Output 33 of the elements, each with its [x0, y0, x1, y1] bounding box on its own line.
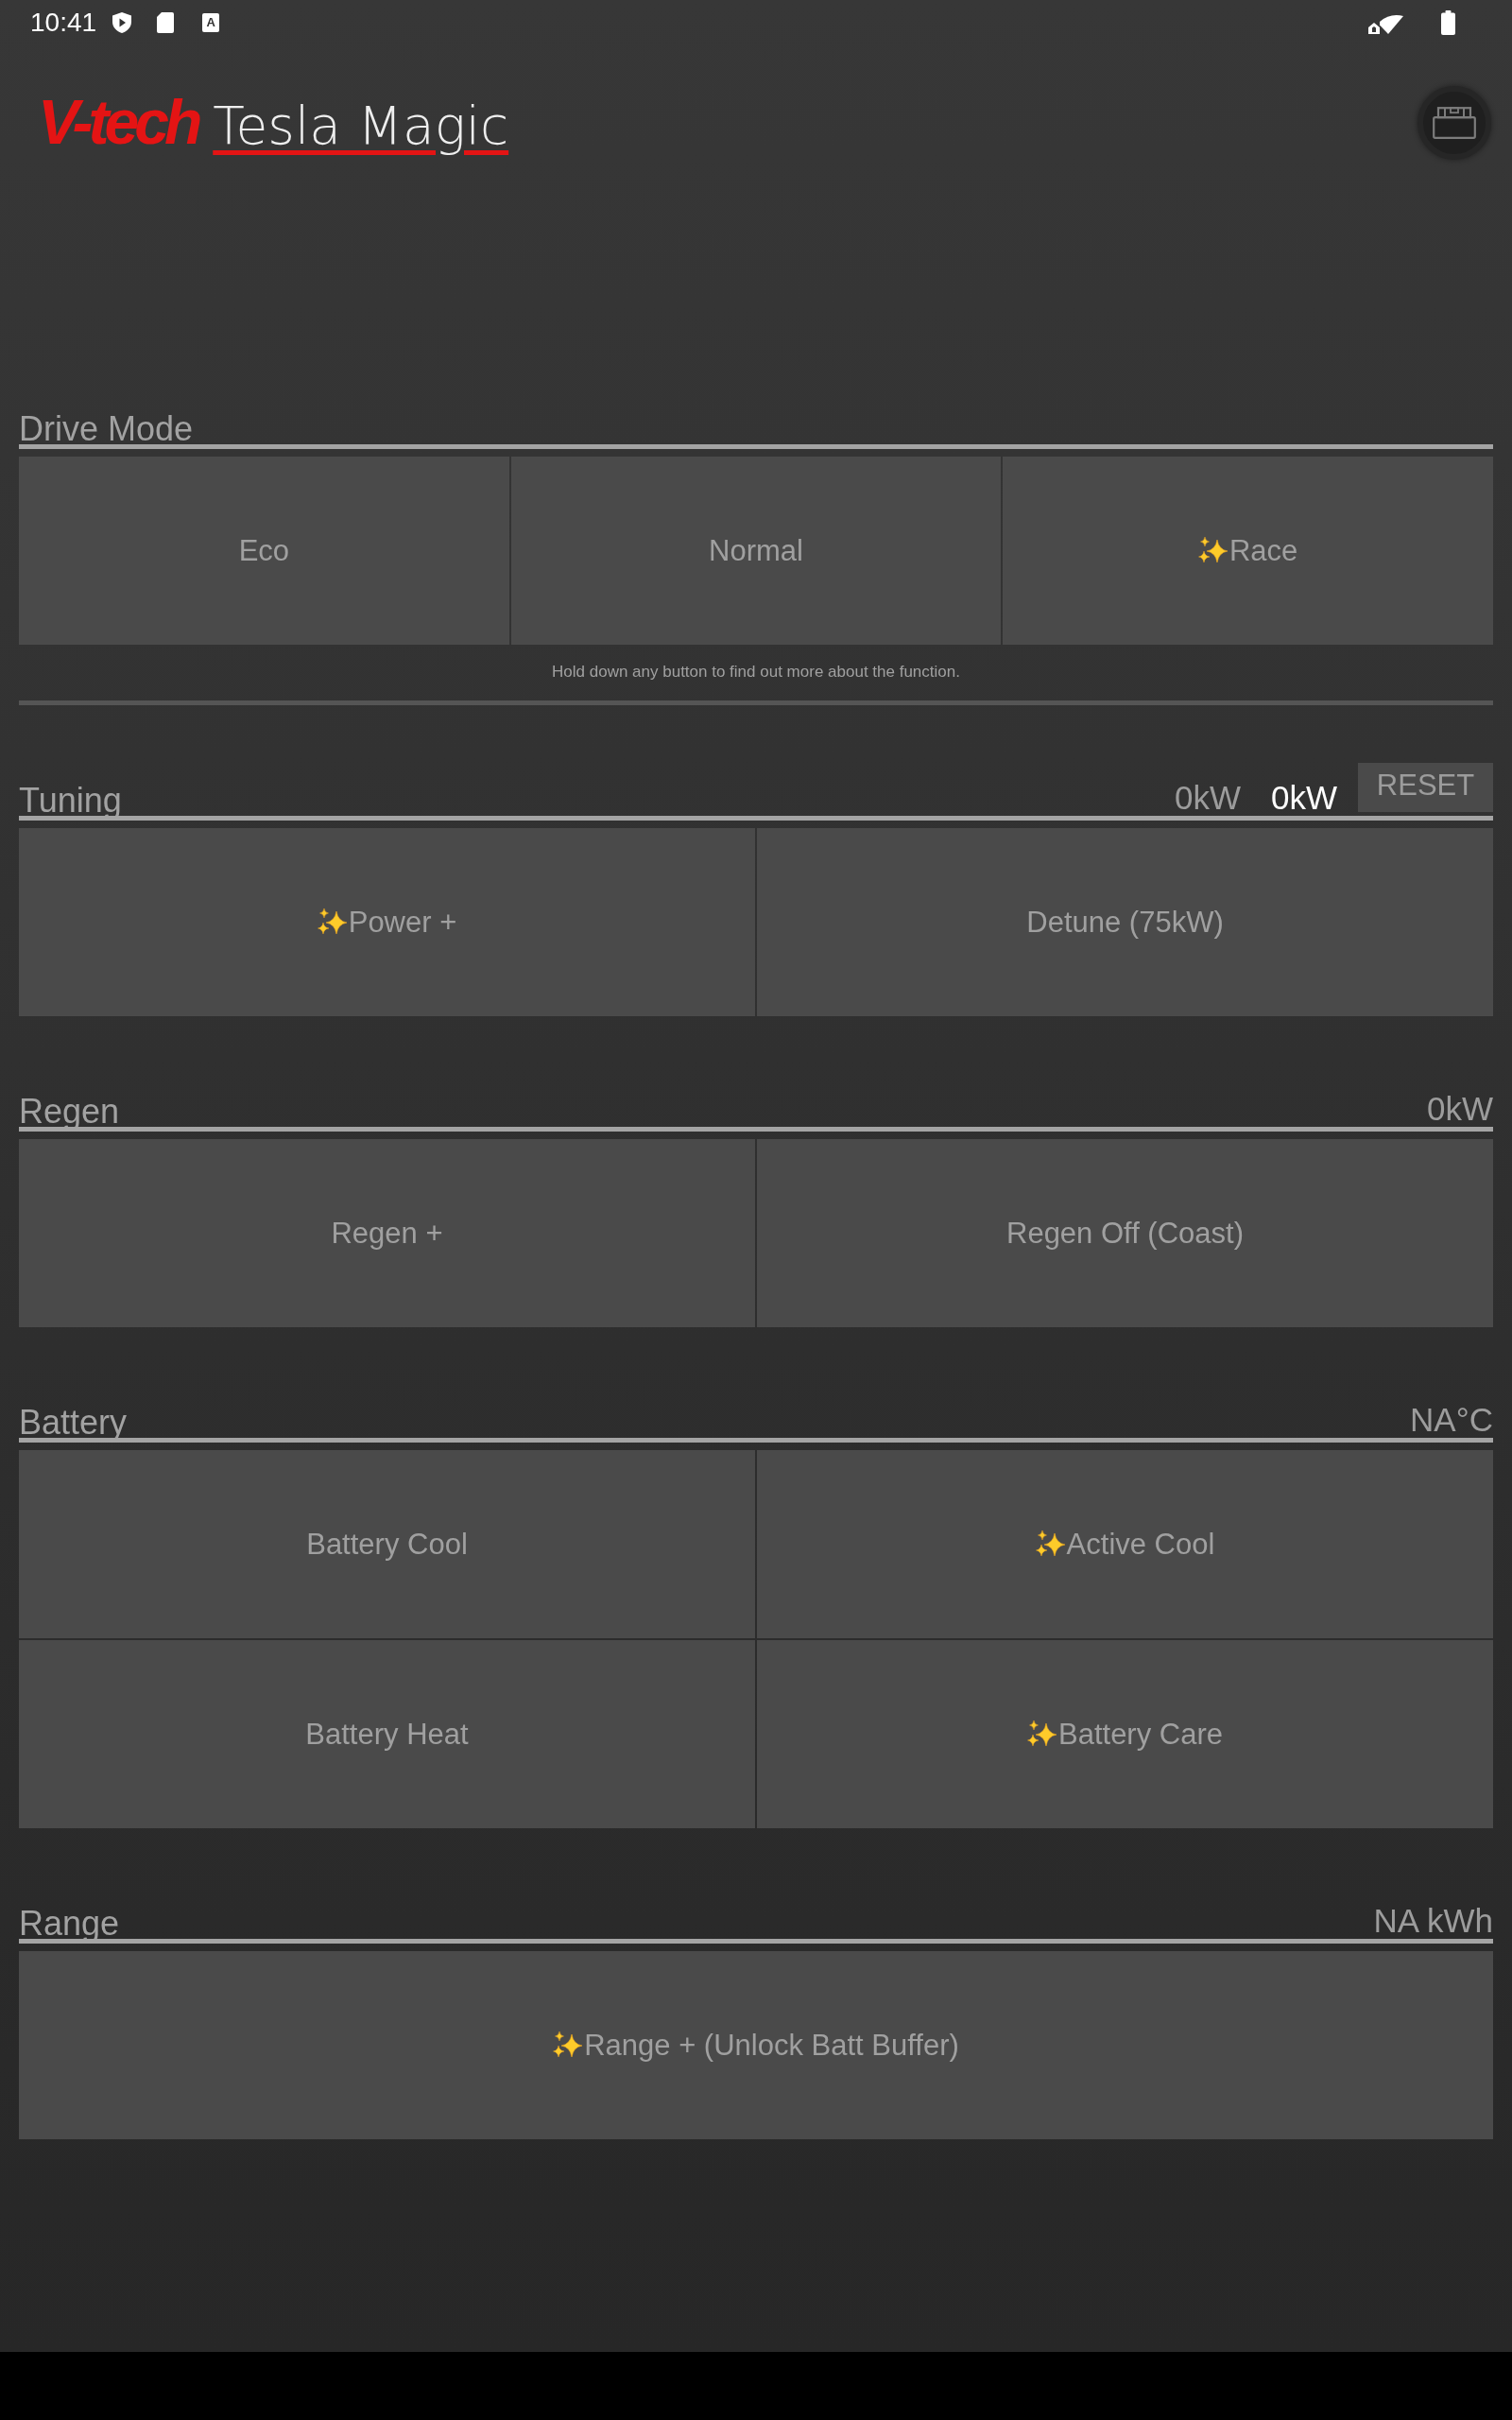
function-button[interactable]: Battery Heat [19, 1640, 755, 1828]
shield-play-icon [112, 12, 132, 33]
function-button[interactable]: Range + (Unlock Batt Buffer) [19, 1951, 1493, 2139]
notification-badge: A [202, 13, 220, 32]
function-button[interactable]: Race [1003, 457, 1493, 645]
function-button[interactable]: Battery Care [757, 1640, 1493, 1828]
section-title: Regen [19, 1095, 120, 1129]
function-button[interactable]: Normal [510, 457, 1002, 645]
function-button[interactable]: Active Cool [757, 1450, 1493, 1638]
battery-icon [1441, 10, 1455, 35]
function-button[interactable]: Power + [19, 828, 755, 1016]
section-title: Range [19, 1907, 120, 1941]
reading-value: NA°C [1410, 1403, 1493, 1437]
app-title: Tesla Magic [213, 95, 509, 156]
reading-value: 0kW [1175, 781, 1241, 815]
brand-logo: V-tech [38, 86, 198, 158]
function-button[interactable]: Eco [19, 457, 509, 645]
section-title: Drive Mode [19, 412, 194, 446]
sd-card-icon [157, 12, 175, 33]
reading-value: 0kW [1427, 1092, 1493, 1126]
section-title: Battery [19, 1406, 128, 1440]
section-title: Tuning [19, 784, 122, 818]
reading-value: 0kW [1271, 781, 1337, 815]
hint-text: Hold down any button to find out more about the function. [551, 663, 961, 682]
function-button[interactable]: Regen + [19, 1139, 755, 1327]
device-button[interactable] [1418, 86, 1491, 160]
reset-button[interactable]: RESET [1358, 763, 1493, 812]
function-button[interactable]: Regen Off (Coast) [757, 1139, 1493, 1327]
function-button[interactable]: Detune (75kW) [757, 828, 1493, 1016]
function-button[interactable]: Battery Cool [19, 1450, 755, 1638]
reading-value: NA kWh [1373, 1904, 1493, 1938]
connector-icon [1433, 107, 1476, 139]
status-time: 10:41 [30, 8, 97, 38]
